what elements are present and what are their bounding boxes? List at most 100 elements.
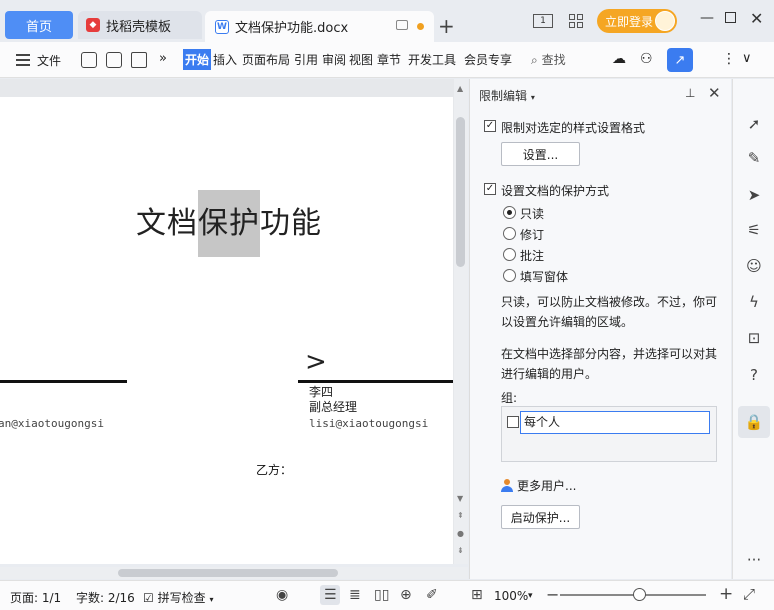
collapse-ribbon-icon[interactable]: ∨ <box>742 51 752 66</box>
party-label: 乙方： <box>256 463 293 477</box>
word-count[interactable]: 字数: 2/16 <box>76 589 135 606</box>
page-indicator[interactable]: 页面: 1/1 <box>10 589 61 606</box>
pin-icon[interactable]: ⊥ <box>685 86 695 100</box>
vertical-scroll-thumb[interactable] <box>456 117 465 267</box>
maximize-button[interactable] <box>725 12 736 23</box>
zoom-slider-handle[interactable] <box>633 588 646 601</box>
minimize-button[interactable]: — <box>700 10 714 26</box>
option-readonly[interactable]: 只读 <box>520 205 544 222</box>
person-block: 李四 副总经理 <box>309 385 357 415</box>
tab-template[interactable]: ◆ 找稻壳模板 <box>78 11 202 39</box>
menu-references[interactable]: 引用 <box>294 51 318 68</box>
menu-review[interactable]: 审阅 <box>322 51 346 68</box>
close-window-button[interactable]: ✕ <box>750 9 763 28</box>
print-icon[interactable] <box>131 52 147 68</box>
zoom-in-icon[interactable]: + <box>719 584 733 604</box>
radio-revision[interactable] <box>503 227 516 240</box>
search-icon: ⌕ <box>531 53 538 67</box>
fit-page-icon[interactable]: ⊞ <box>471 587 483 603</box>
lightning-icon[interactable]: ϟ <box>733 293 774 311</box>
close-panel-icon[interactable]: ✕ <box>708 84 721 102</box>
save-icon[interactable] <box>81 52 97 68</box>
signature-line-right <box>298 380 453 383</box>
more-options-icon[interactable]: ⋮ <box>722 51 736 67</box>
pen-mode-icon[interactable]: ✐ <box>426 587 438 603</box>
scroll-up-icon[interactable]: ▲ <box>457 84 463 93</box>
tab-document[interactable]: W 文档保护功能.docx <box>205 11 434 42</box>
fullscreen-icon[interactable]: ⤢ <box>743 585 755 603</box>
menu-member[interactable]: 会员专享 <box>464 51 512 68</box>
menu-chapter[interactable]: 章节 <box>377 51 401 68</box>
menu-developer[interactable]: 开发工具 <box>408 51 456 68</box>
more-users-link[interactable]: 更多用户... <box>501 477 576 494</box>
settings-button[interactable]: 设置... <box>501 142 580 166</box>
lock-icon[interactable]: 🔒 <box>738 406 770 438</box>
share-button[interactable]: ↗ <box>667 48 693 72</box>
panel-title[interactable]: 限制编辑 ▾ <box>479 87 535 104</box>
email-right: lisi@xiaotougongsi <box>309 417 429 430</box>
restrict-format-checkbox[interactable]: ✓ <box>484 120 496 132</box>
page-view-icon[interactable]: ☰ <box>324 587 337 603</box>
next-page-icon[interactable]: ⇟ <box>457 546 464 555</box>
grid-icon <box>569 14 583 28</box>
group-everyone-item[interactable]: 每个人 <box>520 411 710 434</box>
menu-insert[interactable]: 插入 <box>213 51 237 68</box>
pen-icon[interactable]: ✎ <box>733 149 774 167</box>
radio-readonly[interactable] <box>503 206 516 219</box>
new-tab-button[interactable]: + <box>438 14 455 38</box>
book-search-icon[interactable]: ⊡ <box>733 329 774 347</box>
screen-icon[interactable] <box>396 20 408 30</box>
prev-page-icon[interactable]: ⇞ <box>457 511 464 520</box>
menu-hamburger-icon[interactable] <box>16 54 30 69</box>
eye-icon[interactable]: ◉ <box>276 587 288 603</box>
option-revision[interactable]: 修订 <box>520 226 544 243</box>
zoom-dropdown-icon[interactable]: ▾ <box>528 591 533 601</box>
option-comment[interactable]: 批注 <box>520 247 544 264</box>
start-protect-button[interactable]: 启动保护... <box>501 505 580 529</box>
add-user-icon[interactable]: ⚇ <box>640 51 653 67</box>
title-text-highlighted: 保护 <box>198 190 260 257</box>
vertical-scrollbar[interactable]: ▲ ▼ ⇞ ● ⇟ <box>454 79 468 564</box>
zoom-out-icon[interactable]: − <box>546 585 559 604</box>
window-count-label: 1 <box>540 16 546 26</box>
radio-comment[interactable] <box>503 248 516 261</box>
more-quick-icon[interactable]: » <box>159 51 167 66</box>
protect-checkbox[interactable]: ✓ <box>484 183 496 195</box>
spell-check-icon: ☑ <box>143 591 154 605</box>
menu-file[interactable]: 文件 <box>37 52 61 69</box>
robot-icon[interactable]: ☺ <box>733 257 774 275</box>
menu-page-layout[interactable]: 页面布局 <box>242 51 290 68</box>
horizontal-scrollbar[interactable] <box>0 567 468 579</box>
cursor-icon[interactable]: ➤ <box>733 186 774 204</box>
reading-view-icon[interactable]: ▯▯ <box>374 587 389 603</box>
option-form[interactable]: 填写窗体 <box>520 268 568 285</box>
zoom-level[interactable]: 100% <box>494 589 528 603</box>
login-button[interactable]: 立即登录 <box>597 9 677 33</box>
everyone-checkbox[interactable] <box>507 416 519 428</box>
tab-home-label: 首页 <box>25 19 52 35</box>
search-box[interactable]: ⌕ 查找 <box>531 51 566 68</box>
document-page[interactable]: 文档保护功能 > an@xiaotougongsi 李四 副总经理 lisi@x… <box>0 97 453 564</box>
signature-line-left <box>0 380 127 383</box>
users-icon <box>501 479 515 492</box>
scroll-down-icon[interactable]: ▼ <box>457 494 463 503</box>
spell-check-button[interactable]: ☑ 拼写检查 ▾ <box>143 589 213 606</box>
email-left: an@xiaotougongsi <box>0 417 104 430</box>
outline-view-icon[interactable]: ≣ <box>349 587 361 603</box>
menu-home[interactable]: 开始 <box>183 49 212 70</box>
apps-grid-button[interactable] <box>569 10 583 32</box>
web-view-icon[interactable]: ⊕ <box>400 587 412 603</box>
rocket-icon[interactable]: ➚ <box>733 115 774 133</box>
export-icon[interactable] <box>106 52 122 68</box>
cloud-icon[interactable]: ☁ <box>612 51 626 67</box>
horizontal-scroll-thumb[interactable] <box>118 569 338 577</box>
select-browse-icon[interactable]: ● <box>457 529 464 538</box>
menu-view[interactable]: 视图 <box>349 51 373 68</box>
help-icon[interactable]: ? <box>733 366 774 384</box>
more-dots-icon[interactable]: ··· <box>733 551 774 569</box>
radio-form[interactable] <box>503 269 516 282</box>
tab-home[interactable]: 首页 <box>5 11 73 39</box>
settings-sliders-icon[interactable]: ⚟ <box>733 221 774 239</box>
window-count-button[interactable]: 1 <box>533 10 553 32</box>
share-icon: ↗ <box>674 52 686 68</box>
